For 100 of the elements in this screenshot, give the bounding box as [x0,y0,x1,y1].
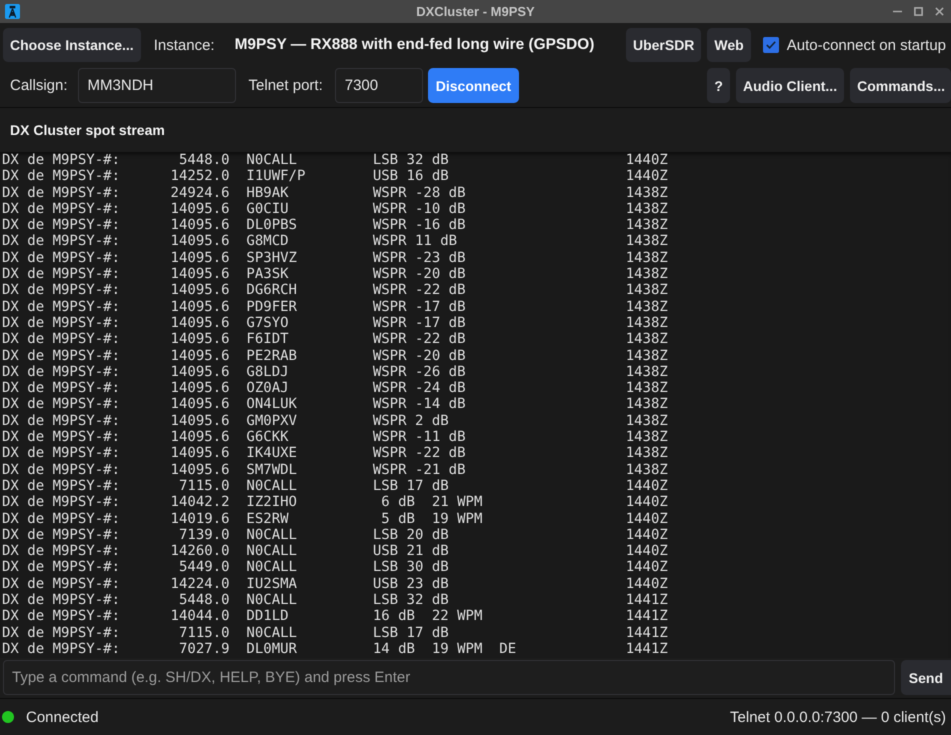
callsign-text: IU2SMA [246,576,297,592]
callsign-text: PE2RAB [246,348,297,364]
comment-text: WSPR 11 dB [372,233,458,250]
spotter-text: DX de M9PSY-#: [2,412,120,429]
spotter-text: DX de M9PSY-#: [2,494,120,510]
comment-text: WSPR -20 dB [372,266,466,282]
comment-text: LSB 30 dB [372,559,449,576]
frequency-text: 14095.6 [170,429,230,446]
time-text: 1441Z [626,592,668,608]
frequency-text: 14095.6 [170,364,230,380]
frequency-text: 14095.6 [170,462,230,478]
callsign-text: G6CKK [246,429,289,446]
comment-text: WSPR -14 dB [372,396,466,412]
send-button[interactable]: Send [900,660,951,695]
telnet-server-status: Telnet 0.0.0.0:7300 — 0 client(s) [730,708,946,726]
time-text: 1440Z [626,543,668,560]
spotter-text: DX de M9PSY-#: [2,429,120,446]
time-text: 1440Z [626,478,668,494]
callsign-text: N0CALL [246,559,297,576]
spotter-text: DX de M9PSY-#: [2,282,120,298]
time-text: 1438Z [626,233,668,250]
comment-text: WSPR 2 dB [372,412,449,429]
telnet-port-field[interactable]: 7300 [334,68,423,103]
callsign-text: IZ2IHO [246,494,297,510]
time-text: 1438Z [626,396,668,412]
comment-text: WSPR -11 dB [372,429,466,446]
frequency-text: 14260.0 [170,543,230,560]
time-text: 1440Z [626,168,668,184]
time-text: 1438Z [626,364,668,380]
callsign-text: N0CALL [246,592,297,608]
comment-text: WSPR -23 dB [372,250,466,266]
connection-status: Connected [26,708,99,726]
spotter-text: DX de M9PSY-#: [2,184,120,201]
spotter-text: DX de M9PSY-#: [2,608,120,624]
time-text: 1441Z [626,608,668,624]
callsign-text: N0CALL [246,624,297,641]
comment-text: WSPR -28 dB [372,184,466,201]
spotter-text: DX de M9PSY-#: [2,396,120,412]
comment-text: 6 dB 21 WPM [380,494,482,510]
frequency-text: 5448.0 [178,152,230,168]
comment-text: LSB 32 dB [372,592,449,608]
spotter-text: DX de M9PSY-#: [2,559,120,576]
time-text: 1438Z [626,184,668,201]
time-text: 1438Z [626,200,668,217]
spotter-text: DX de M9PSY-#: [2,217,120,234]
commands-button[interactable]: Commands... [850,68,951,103]
comment-text: WSPR -20 dB [372,348,466,364]
time-text: 1440Z [626,576,668,592]
spotter-text: DX de M9PSY-#: [2,331,120,348]
callsign-text: PD9FER [246,298,297,315]
comment-text: WSPR -22 dB [372,445,466,462]
command-field[interactable]: Type a command (e.g. SH/DX, HELP, BYE) and press Enter [3,660,895,695]
callsign-text: SP3HVZ [246,250,297,266]
help-button[interactable]: ? [707,68,730,103]
frequency-text: 7139.0 [178,526,230,543]
spotter-text: DX de M9PSY-#: [2,592,120,608]
frequency-text: 14042.2 [170,494,230,510]
frequency-text: 24924.6 [170,184,230,201]
close-icon[interactable] [935,7,944,16]
web-button[interactable]: Web [707,28,751,62]
spotter-text: DX de M9PSY-#: [2,364,120,380]
comment-text: WSPR -16 dB [372,217,466,234]
comment-text: WSPR -17 dB [372,314,466,331]
frequency-text: 14095.6 [170,200,230,217]
comment-text: WSPR -26 dB [372,364,466,380]
frequency-text: 14095.6 [170,331,230,348]
frequency-text: 14095.6 [170,217,230,234]
callsign-text: N0CALL [246,526,297,543]
frequency-text: 5448.0 [178,592,230,608]
time-text: 1438Z [626,266,668,282]
callsign-text: IK4UXE [246,445,297,462]
spotter-text: DX de M9PSY-#: [2,266,120,282]
auto-connect-label[interactable]: Auto-connect on startup [786,36,946,54]
audio-client-button[interactable]: Audio Client... [736,68,844,103]
frequency-text: 7027.9 [178,640,230,657]
time-text: 1438Z [626,217,668,234]
frequency-text: 14095.6 [170,396,230,412]
time-text: 1438Z [626,445,668,462]
callsign-text: DL0PBS [246,217,297,234]
frequency-text: 14095.6 [170,266,230,282]
ubersdr-button[interactable]: UberSDR [626,28,702,62]
tower-icon [5,4,20,19]
window-title: DXCluster - M9PSY [416,4,535,19]
frequency-text: 14224.0 [170,576,230,592]
time-text: 1438Z [626,348,668,364]
frequency-text: 14252.0 [170,168,230,184]
time-text: 1438Z [626,331,668,348]
comment-text: WSPR -10 dB [372,200,466,217]
time-text: 1438Z [626,250,668,266]
maximize-icon[interactable] [914,7,923,16]
choose-instance-button[interactable]: Choose Instance... [3,28,141,62]
callsign-label: Callsign: [10,77,68,94]
time-text: 1438Z [626,314,668,331]
callsign-field[interactable]: MM3NDH [78,68,236,103]
auto-connect-checkbox[interactable] [762,37,779,53]
comment-text: WSPR -17 dB [372,298,466,315]
frequency-text: 14095.6 [170,298,230,315]
spotter-text: DX de M9PSY-#: [2,233,120,250]
callsign-text: DD1LD [246,608,289,624]
disconnect-button[interactable]: Disconnect [428,68,520,103]
